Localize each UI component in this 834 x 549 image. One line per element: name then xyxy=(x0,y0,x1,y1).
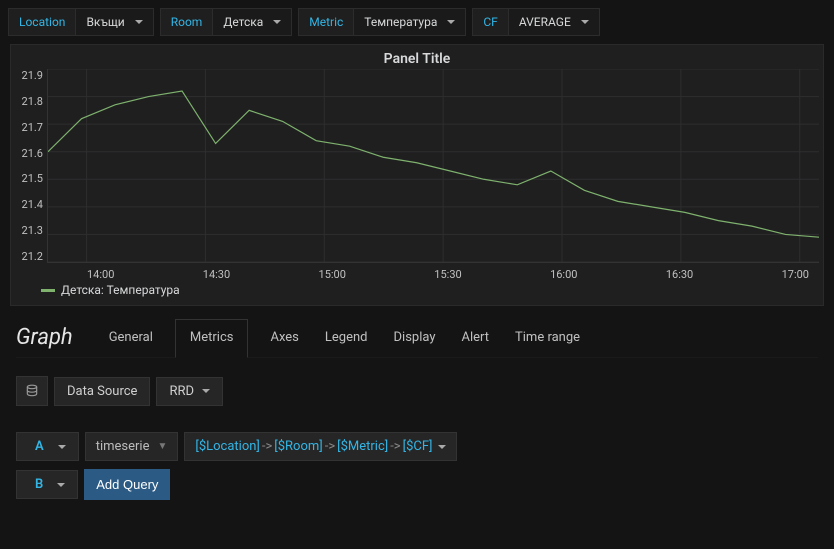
var-location-select[interactable]: Вкъщи xyxy=(75,8,153,36)
datasource-icon-button[interactable] xyxy=(16,376,48,406)
var-room-select[interactable]: Детска xyxy=(212,8,292,36)
y-axis: 21.921.821.721.621.521.421.321.2 xyxy=(13,69,43,263)
var-room: Room Детска xyxy=(160,8,293,36)
var-cf-label: CF xyxy=(472,8,507,36)
panel-title[interactable]: Panel Title xyxy=(11,45,823,69)
legend-swatch xyxy=(41,289,55,292)
legend[interactable]: Детска: Температура xyxy=(11,279,823,305)
queries: A timeserie▼ [$Location]-> [$Room]-> [$M… xyxy=(16,432,818,500)
var-metric-select[interactable]: Температура xyxy=(353,8,466,36)
var-room-label: Room xyxy=(160,8,213,36)
editor-tabs: General Metrics Axes Legend Display Alert Time… xyxy=(105,318,584,357)
var-cf: CF AVERAGE xyxy=(472,8,599,36)
panel-editor: Graph General Metrics Axes Legend Display Ale… xyxy=(0,306,834,500)
datasource-label: Data Source xyxy=(54,377,150,406)
var-location: Location Вкъщи xyxy=(8,8,154,36)
x-axis: 14:0014:3015:0015:3016:0016:3017:00 xyxy=(47,268,819,281)
tab-general[interactable]: General xyxy=(105,320,157,357)
datasource-row: Data Source RRD xyxy=(16,376,818,406)
add-query-button[interactable]: Add Query xyxy=(84,469,170,500)
legend-label: Детска: Температура xyxy=(61,283,180,297)
chart: 21.921.821.721.621.521.421.321.2 14:0014… xyxy=(47,69,819,279)
tab-metrics[interactable]: Metrics xyxy=(175,319,249,358)
var-metric: Metric Температура xyxy=(298,8,466,36)
tab-alert[interactable]: Alert xyxy=(458,320,494,357)
query-a-toggle[interactable]: A xyxy=(16,432,79,461)
query-row-b: B Add Query xyxy=(16,469,818,500)
plot-area[interactable] xyxy=(47,69,819,263)
datasource-select[interactable]: RRD xyxy=(156,377,223,406)
query-row-a: A timeserie▼ [$Location]-> [$Room]-> [$M… xyxy=(16,432,818,461)
tab-display[interactable]: Display xyxy=(390,320,440,357)
var-cf-select[interactable]: AVERAGE xyxy=(508,8,600,36)
query-b-toggle[interactable]: B xyxy=(16,470,78,499)
query-a-fn-select[interactable]: timeserie▼ xyxy=(85,432,179,461)
editor-title: Graph xyxy=(16,325,81,350)
database-icon xyxy=(25,384,39,398)
tab-legend[interactable]: Legend xyxy=(321,320,372,357)
variable-toolbar: Location Вкъщи Room Детска Metric Темпер… xyxy=(0,0,834,44)
var-metric-label: Metric xyxy=(298,8,353,36)
editor-header: Graph General Metrics Axes Legend Display Ale… xyxy=(16,318,818,358)
tab-time-range[interactable]: Time range xyxy=(511,320,584,357)
graph-panel: Panel Title 21.921.821.721.621.521.421.3… xyxy=(10,44,824,306)
tab-axes[interactable]: Axes xyxy=(266,320,302,357)
var-location-label: Location xyxy=(8,8,75,36)
query-a-template[interactable]: [$Location]-> [$Room]-> [$Metric]-> [$CF… xyxy=(184,432,457,461)
